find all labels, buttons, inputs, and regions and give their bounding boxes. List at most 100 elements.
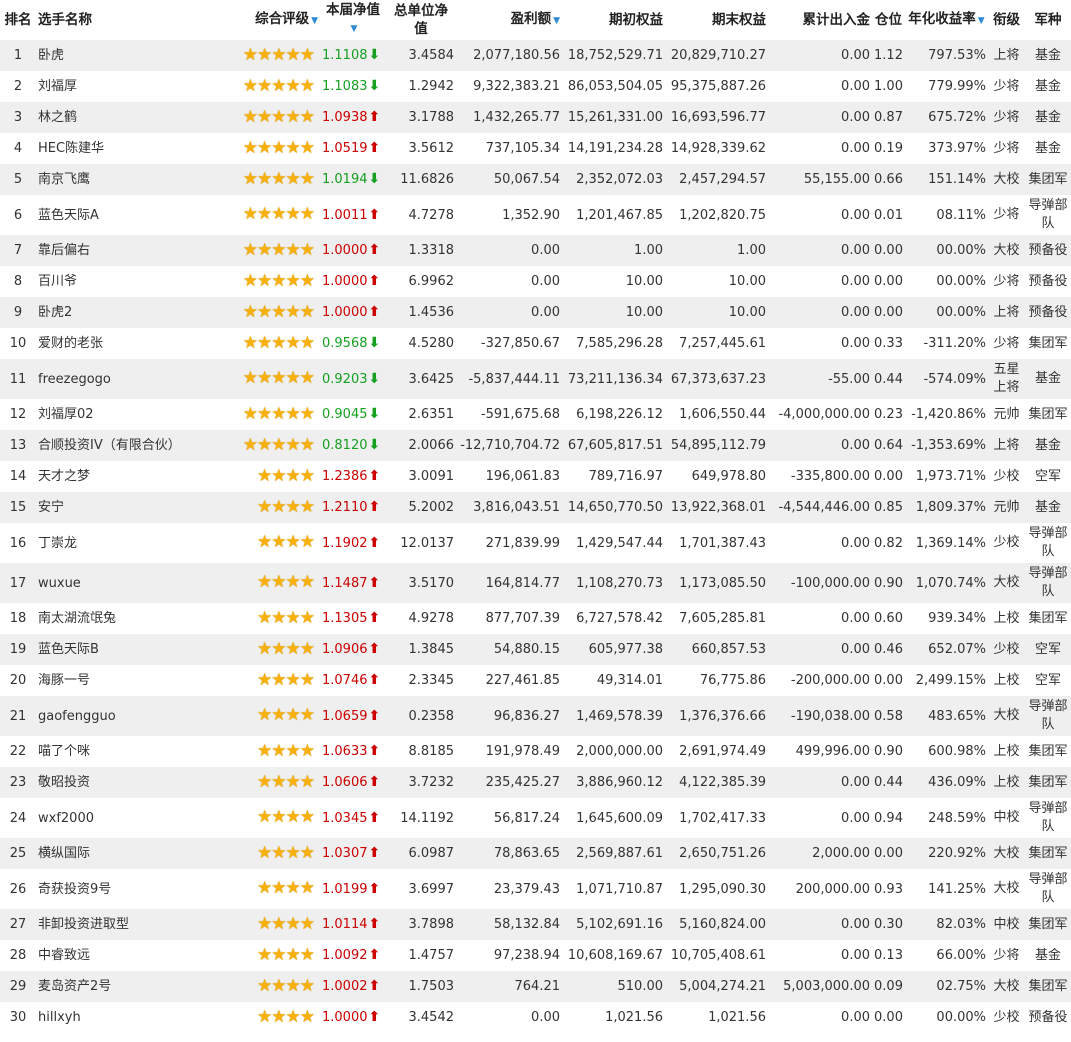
cell-name[interactable]: 喵了个咪 <box>36 736 225 767</box>
player-name-link[interactable]: 百川爷 <box>38 274 77 289</box>
player-name-link[interactable]: 卧虎2 <box>38 305 72 320</box>
rating-stars: ★★★★ <box>225 492 320 523</box>
cell-name[interactable]: 非卸投资进取型 <box>36 909 225 940</box>
table-row[interactable]: 16 丁崇龙 ★★★★ 1.1902⬆ 12.0137 271,839.99 1,429,5… <box>0 523 1071 563</box>
player-name-link[interactable]: 卧虎 <box>38 48 64 63</box>
table-row[interactable]: 7 靠后偏右 ★★★★★ 1.0000⬆ 1.3318 0.00 1.00 1.00 0.00 0… <box>0 235 1071 266</box>
player-name-link[interactable]: 南太湖流氓兔 <box>38 611 116 626</box>
cell-name[interactable]: 刘福厚02 <box>36 399 225 430</box>
cell-name[interactable]: 南京飞鹰 <box>36 164 225 195</box>
table-row[interactable]: 27 非卸投资进取型 ★★★★ 1.0114⬆ 3.7898 58,132.84 5,102… <box>0 909 1071 940</box>
cell-name[interactable]: wxf2000 <box>36 798 225 838</box>
player-name-link[interactable]: 安宁 <box>38 500 64 515</box>
player-name-link[interactable]: 爱财的老张 <box>38 336 103 351</box>
player-name-link[interactable]: 天才之梦 <box>38 469 90 484</box>
player-name-link[interactable]: freezegogo <box>38 372 111 387</box>
player-name-link[interactable]: 丁崇龙 <box>38 536 77 551</box>
cell-name[interactable]: 安宁 <box>36 492 225 523</box>
cell-name[interactable]: 敬昭投资 <box>36 767 225 798</box>
cell-name[interactable]: 中睿致远 <box>36 940 225 971</box>
table-row[interactable]: 9 卧虎2 ★★★★★ 1.0000⬆ 1.4536 0.00 10.00 10.00 0.00… <box>0 297 1071 328</box>
header-rating[interactable]: 综合评级 ▼ <box>225 0 320 40</box>
cell-name[interactable]: 奇获投资9号 <box>36 869 225 909</box>
table-row[interactable]: 13 合顺投资IV（有限合伙） ★★★★★ 0.8120⬇ 2.0066 -12,710,… <box>0 430 1071 461</box>
cell-name[interactable]: gaofengguo <box>36 696 225 736</box>
cell-name[interactable]: 合顺投资IV（有限合伙） <box>36 430 225 461</box>
player-name-link[interactable]: 蓝色天际A <box>38 208 99 223</box>
table-row[interactable]: 15 安宁 ★★★★ 1.2110⬆ 5.2002 3,816,043.51 14,650,… <box>0 492 1071 523</box>
cell-name[interactable]: 南太湖流氓兔 <box>36 603 225 634</box>
player-name-link[interactable]: 林之鹤 <box>38 110 77 125</box>
table-row[interactable]: 5 南京飞鹰 ★★★★★ 1.0194⬇ 11.6826 50,067.54 2,352,0… <box>0 164 1071 195</box>
table-row[interactable]: 18 南太湖流氓兔 ★★★★ 1.1305⬆ 4.9278 877,707.39 6,727… <box>0 603 1071 634</box>
table-row[interactable]: 23 敬昭投资 ★★★★ 1.0606⬆ 3.7232 235,425.27 3,886,9… <box>0 767 1071 798</box>
cell-name[interactable]: 蓝色天际B <box>36 634 225 665</box>
table-row[interactable]: 24 wxf2000 ★★★★ 1.0345⬆ 14.1192 56,817.24 1,64… <box>0 798 1071 838</box>
player-name-link[interactable]: 合顺投资IV（有限合伙） <box>38 438 181 453</box>
header-nav[interactable]: 本届净值 ▼ <box>320 0 386 40</box>
table-row[interactable]: 20 海豚一号 ★★★★ 1.0746⬆ 2.3345 227,461.85 49,314.… <box>0 665 1071 696</box>
cell-name[interactable]: 麦岛资产2号 <box>36 971 225 1002</box>
cell-name[interactable]: wuxue <box>36 563 225 603</box>
cell-name[interactable]: HEC陈建华 <box>36 133 225 164</box>
table-row[interactable]: 22 喵了个咪 ★★★★ 1.0633⬆ 8.8185 191,978.49 2,000,0… <box>0 736 1071 767</box>
cell-name[interactable]: 靠后偏右 <box>36 235 225 266</box>
table-row[interactable]: 28 中睿致远 ★★★★ 1.0092⬆ 1.4757 97,238.94 10,608,1… <box>0 940 1071 971</box>
player-name-link[interactable]: wxf2000 <box>38 811 94 826</box>
table-row[interactable]: 3 林之鹤 ★★★★★ 1.0938⬆ 3.1788 1,432,265.77 15,261… <box>0 102 1071 133</box>
player-name-link[interactable]: 刘福厚 <box>38 79 77 94</box>
player-name-link[interactable]: 海豚一号 <box>38 673 90 688</box>
cell-name[interactable]: 刘福厚 <box>36 71 225 102</box>
player-name-link[interactable]: HEC陈建华 <box>38 141 104 156</box>
table-row[interactable]: 14 天才之梦 ★★★★ 1.2386⬆ 3.0091 196,061.83 789,716… <box>0 461 1071 492</box>
player-name-link[interactable]: 中睿致远 <box>38 948 90 963</box>
player-name-link[interactable]: 刘福厚02 <box>38 407 94 422</box>
table-row[interactable]: 21 gaofengguo ★★★★ 1.0659⬆ 0.2358 96,836.27 1,… <box>0 696 1071 736</box>
table-row[interactable]: 4 HEC陈建华 ★★★★★ 1.0519⬆ 3.5612 737,105.34 14,19… <box>0 133 1071 164</box>
table-row[interactable]: 10 爱财的老张 ★★★★★ 0.9568⬇ 4.5280 -327,850.67 7,58… <box>0 328 1071 359</box>
table-row[interactable]: 19 蓝色天际B ★★★★ 1.0906⬆ 1.3845 54,880.15 605,977… <box>0 634 1071 665</box>
cell-name[interactable]: 丁崇龙 <box>36 523 225 563</box>
player-name-link[interactable]: 横纵国际 <box>38 846 90 861</box>
player-name-link[interactable]: 蓝色天际B <box>38 642 99 657</box>
sort-down-icon[interactable]: ▼ <box>978 16 985 26</box>
header-profit[interactable]: 盈利额 ▼ <box>456 0 562 40</box>
cell-name[interactable]: 百川爷 <box>36 266 225 297</box>
table-row[interactable]: 17 wuxue ★★★★ 1.1487⬆ 3.5170 164,814.77 1,108,… <box>0 563 1071 603</box>
player-name-link[interactable]: 非卸投资进取型 <box>38 917 129 932</box>
player-name-link[interactable]: 麦岛资产2号 <box>38 979 111 994</box>
table-row[interactable]: 8 百川爷 ★★★★★ 1.0000⬆ 6.9962 0.00 10.00 10.00 0.00… <box>0 266 1071 297</box>
table-row[interactable]: 30 hillxyh ★★★★ 1.0000⬆ 3.4542 0.00 1,021.56 1,… <box>0 1002 1071 1033</box>
sort-down-icon[interactable]: ▼ <box>553 16 560 26</box>
header-annual-return[interactable]: 年化收益率 ▼ <box>905 0 988 40</box>
player-name-link[interactable]: 喵了个咪 <box>38 744 90 759</box>
player-name-link[interactable]: 奇获投资9号 <box>38 882 111 897</box>
cell-name[interactable]: 爱财的老张 <box>36 328 225 359</box>
player-name-link[interactable]: 靠后偏右 <box>38 243 90 258</box>
cell-name[interactable]: 卧虎 <box>36 40 225 71</box>
cell-name[interactable]: 蓝色天际A <box>36 195 225 235</box>
cell-name[interactable]: hillxyh <box>36 1002 225 1033</box>
table-row[interactable]: 29 麦岛资产2号 ★★★★ 1.0002⬆ 1.7503 764.21 510.00 5,0… <box>0 971 1071 1002</box>
table-row[interactable]: 6 蓝色天际A ★★★★★ 1.0011⬆ 4.7278 1,352.90 1,201,46… <box>0 195 1071 235</box>
table-row[interactable]: 11 freezegogo ★★★★★ 0.9203⬇ 3.6425 -5,837,444… <box>0 359 1071 399</box>
cell-name[interactable]: freezegogo <box>36 359 225 399</box>
table-row[interactable]: 2 刘福厚 ★★★★★ 1.1083⬇ 1.2942 9,322,383.21 86,053… <box>0 71 1071 102</box>
table-row[interactable]: 1 卧虎 ★★★★★ 1.1108⬇ 3.4584 2,077,180.56 18,752,… <box>0 40 1071 71</box>
table-row[interactable]: 25 横纵国际 ★★★★ 1.0307⬆ 6.0987 78,863.65 2,569,88… <box>0 838 1071 869</box>
cell-name[interactable]: 海豚一号 <box>36 665 225 696</box>
table-row[interactable]: 26 奇获投资9号 ★★★★ 1.0199⬆ 3.6997 23,379.43 1,071,… <box>0 869 1071 909</box>
player-name-link[interactable]: 南京飞鹰 <box>38 172 90 187</box>
cell-name[interactable]: 卧虎2 <box>36 297 225 328</box>
cell-name[interactable]: 横纵国际 <box>36 838 225 869</box>
nav-value: 0.9203 <box>322 371 368 387</box>
player-name-link[interactable]: gaofengguo <box>38 709 116 724</box>
sort-down-icon[interactable]: ▼ <box>311 16 318 26</box>
cell-name[interactable]: 林之鹤 <box>36 102 225 133</box>
cell-name[interactable]: 天才之梦 <box>36 461 225 492</box>
player-name-link[interactable]: wuxue <box>38 576 81 591</box>
player-name-link[interactable]: hillxyh <box>38 1010 81 1025</box>
sort-down-icon[interactable]: ▼ <box>351 24 358 34</box>
table-row[interactable]: 12 刘福厚02 ★★★★★ 0.9045⬇ 2.6351 -591,675.68 6,19… <box>0 399 1071 430</box>
player-name-link[interactable]: 敬昭投资 <box>38 775 90 790</box>
